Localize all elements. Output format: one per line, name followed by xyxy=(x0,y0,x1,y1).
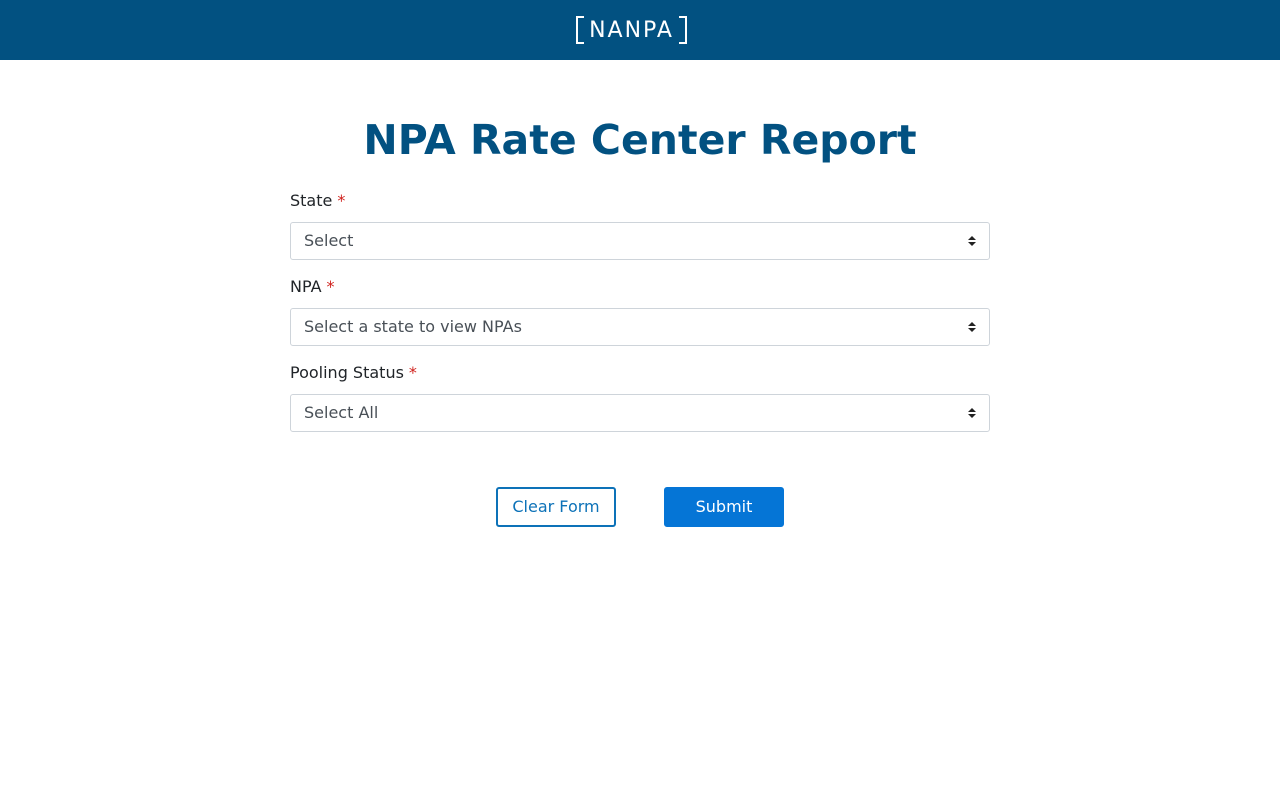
select-arrows-icon xyxy=(968,322,976,332)
top-navbar: NANPA xyxy=(0,0,1280,60)
state-label-text: State xyxy=(290,191,333,210)
npa-label: NPA * xyxy=(290,276,990,298)
logo-right-bracket xyxy=(679,16,687,44)
state-select-value: Select xyxy=(304,231,354,250)
required-marker: * xyxy=(337,191,346,210)
nanpa-logo[interactable]: NANPA xyxy=(576,16,687,46)
clear-form-button[interactable]: Clear Form xyxy=(496,487,616,527)
npa-field: NPA * Select a state to view NPAs xyxy=(290,276,990,346)
required-marker: * xyxy=(408,363,417,382)
submit-button[interactable]: Submit xyxy=(664,487,784,527)
page-title: NPA Rate Center Report xyxy=(363,116,917,164)
pooling-status-label: Pooling Status * xyxy=(290,362,990,384)
pooling-status-select[interactable]: Select All xyxy=(290,394,990,432)
select-arrows-icon xyxy=(968,408,976,418)
pooling-status-select-value: Select All xyxy=(304,403,379,422)
pooling-status-label-text: Pooling Status xyxy=(290,363,404,382)
state-field: State * Select xyxy=(290,190,990,260)
logo-text: NANPA xyxy=(589,18,674,43)
required-marker: * xyxy=(326,277,335,296)
npa-select-value: Select a state to view NPAs xyxy=(304,317,522,336)
select-arrows-icon xyxy=(968,236,976,246)
pooling-status-field: Pooling Status * Select All xyxy=(290,362,990,432)
npa-label-text: NPA xyxy=(290,277,322,296)
npa-select[interactable]: Select a state to view NPAs xyxy=(290,308,990,346)
state-select[interactable]: Select xyxy=(290,222,990,260)
state-label: State * xyxy=(290,190,990,212)
